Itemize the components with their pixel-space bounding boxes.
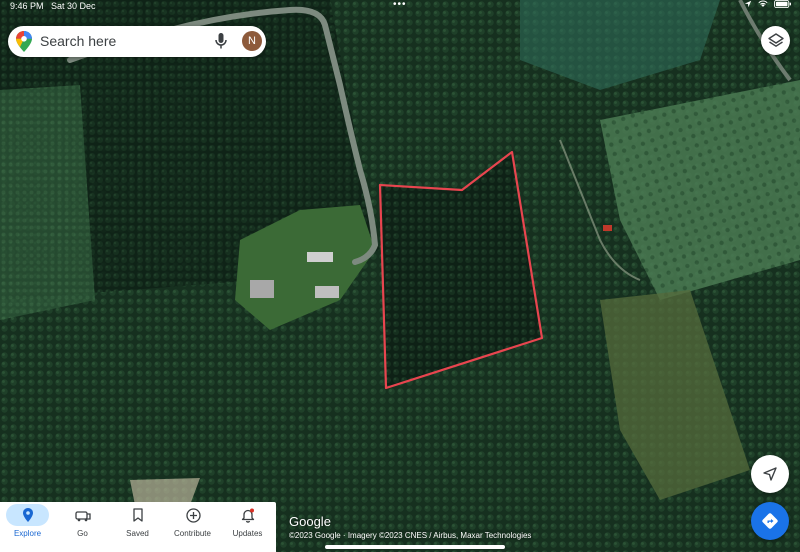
google-maps-pin-icon [16, 31, 32, 57]
google-logo: Google [289, 514, 331, 529]
multitasking-dots[interactable]: ••• [393, 0, 407, 10]
directions-icon [762, 513, 778, 529]
search-input[interactable]: Search here [40, 33, 116, 49]
account-avatar[interactable]: N [242, 31, 262, 51]
bookmark-icon [127, 506, 149, 524]
location-arrow-icon [744, 0, 752, 8]
nav-explore-label: Explore [13, 529, 42, 538]
status-date: Sat 30 Dec [51, 1, 96, 11]
wifi-icon [758, 0, 768, 7]
status-icons [744, 0, 792, 8]
satellite-map[interactable] [0, 0, 800, 552]
car-icon [72, 506, 94, 524]
bell-icon [237, 506, 259, 524]
layers-icon [767, 32, 784, 47]
nav-go[interactable]: Go [55, 502, 110, 552]
nav-saved[interactable]: Saved [110, 502, 165, 552]
directions-button[interactable] [751, 502, 789, 540]
add-circle-icon [182, 506, 204, 524]
nav-updates[interactable]: Updates [220, 502, 275, 552]
nav-go-label: Go [77, 529, 88, 538]
status-time: 9:46 PM [10, 1, 44, 11]
nav-updates-label: Updates [232, 529, 263, 538]
battery-icon [774, 0, 791, 8]
microphone-icon[interactable] [215, 32, 227, 55]
nav-contribute-label: Contribute [174, 529, 211, 538]
search-bar[interactable]: Search here N [8, 26, 266, 57]
my-location-button[interactable] [751, 455, 789, 493]
status-bar: 9:46 PM Sat 30 Dec ••• [0, 0, 800, 14]
layers-button[interactable] [761, 26, 790, 55]
nav-explore[interactable]: Explore [0, 502, 55, 552]
home-indicator[interactable] [325, 545, 505, 549]
map-attribution[interactable]: ©2023 Google · Imagery ©2023 CNES / Airb… [289, 531, 531, 540]
bottom-navigation: Explore Go Saved Contribute Updates [0, 502, 276, 552]
nav-saved-label: Saved [126, 529, 149, 538]
explore-pin-icon [17, 506, 39, 524]
nav-contribute[interactable]: Contribute [165, 502, 220, 552]
navigation-arrow-icon [763, 467, 777, 481]
